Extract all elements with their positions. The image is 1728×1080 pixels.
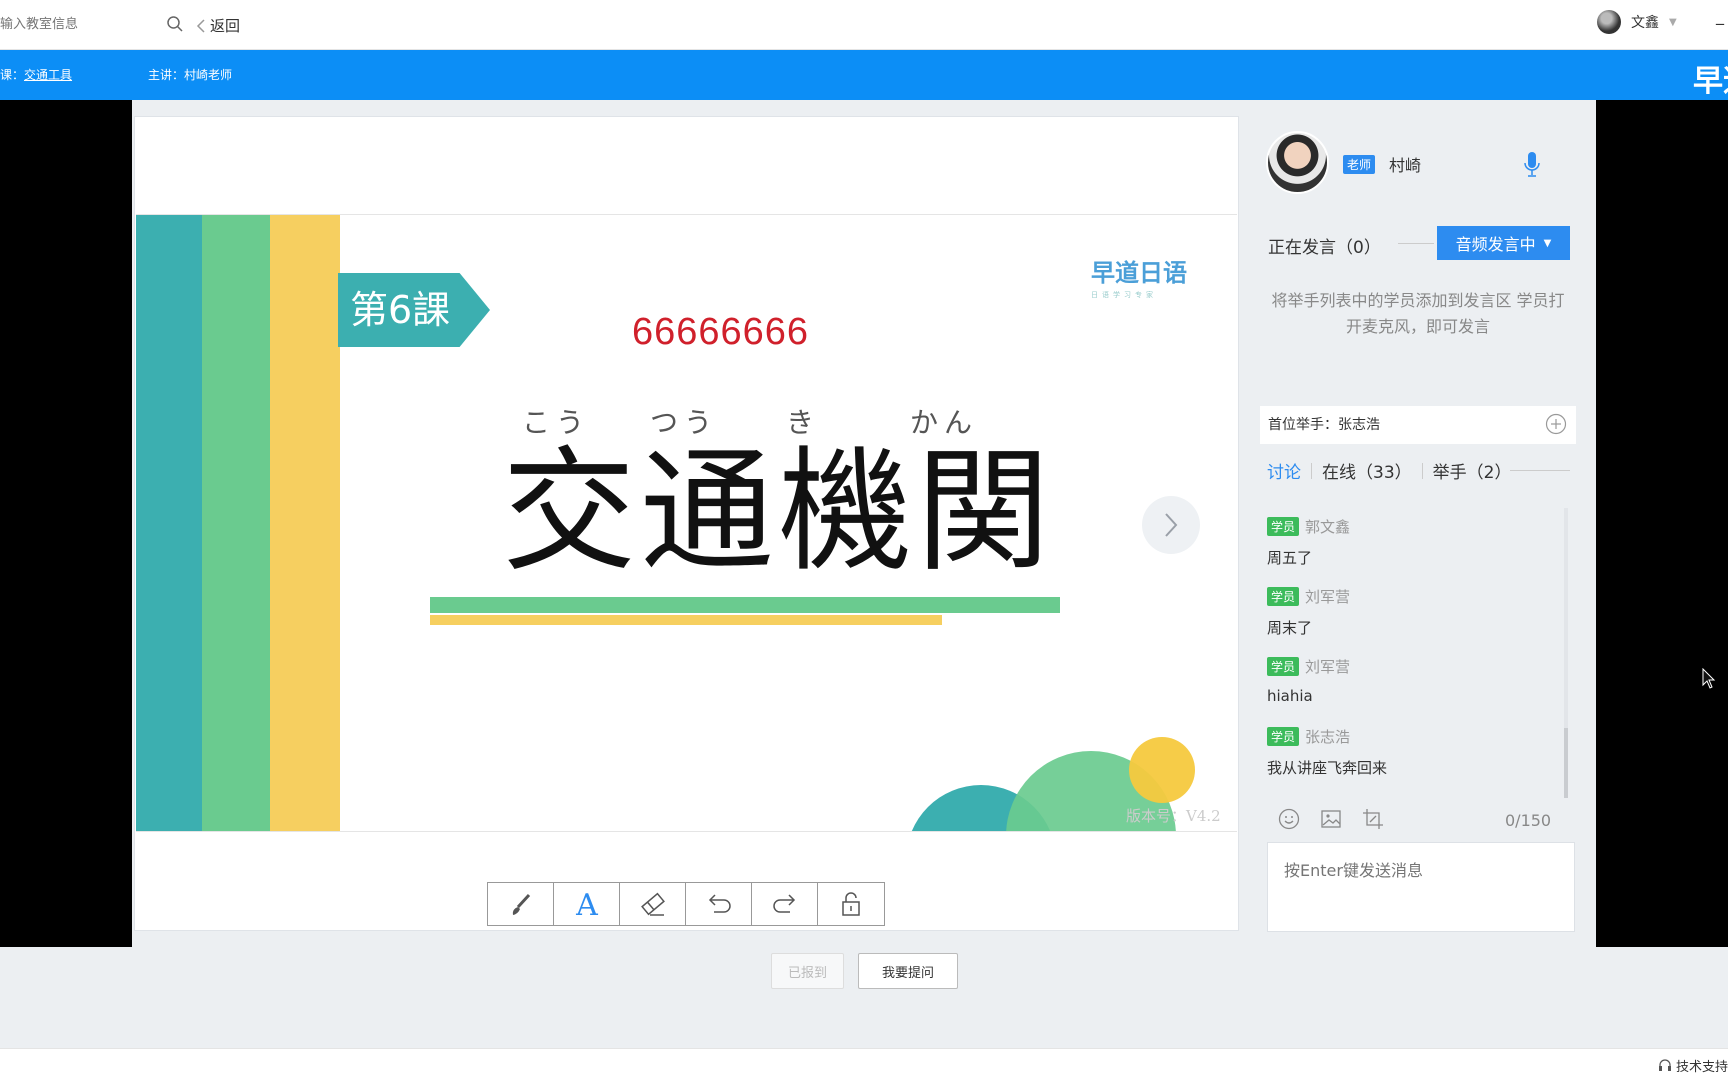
lock-tool[interactable] (818, 883, 884, 925)
divider (1398, 243, 1434, 244)
student-name: 郭文鑫 (1305, 518, 1351, 536)
student-name: 刘军营 (1305, 588, 1351, 606)
first-raised-hand: 首位举手：张志浩 (1260, 406, 1576, 444)
user-menu[interactable]: 文鑫 ▼ (1597, 10, 1677, 34)
chat-scrollbar-thumb[interactable] (1564, 728, 1568, 798)
next-slide-button[interactable] (1142, 496, 1200, 554)
chat-list: 学员 郭文鑫 周五了 学员 刘军营 周末了 学员 刘军营 hiahia 学员 张志浩 我… (1267, 516, 1557, 796)
brush-icon (512, 893, 530, 915)
message-text: 周五了 (1267, 549, 1313, 567)
drawing-toolbar: A (487, 882, 885, 926)
search-input[interactable] (0, 12, 155, 36)
tab-divider (1421, 462, 1423, 479)
checked-in-button: 已报到 (771, 953, 844, 989)
username: 文鑫 (1631, 15, 1659, 31)
slide-title: 交通機関 (502, 434, 1055, 590)
chat-message: 学员 刘军营 周末了 (1267, 586, 1557, 656)
teacher-label: 主讲：村崎老师 (148, 68, 233, 82)
speaking-count-label: 正在发言（0） (1268, 238, 1381, 258)
message-text: 周末了 (1267, 619, 1313, 637)
char-counter: 0/150 (1505, 811, 1552, 830)
eraser-icon (640, 892, 665, 916)
redo-tool[interactable] (752, 883, 818, 925)
teacher-name: 村崎 (1389, 156, 1422, 175)
student-badge: 学员 (1267, 727, 1300, 746)
first-hand-label: 首位举手： (1268, 417, 1338, 433)
headset-icon (1659, 1058, 1671, 1071)
stripe-green (202, 215, 270, 831)
chevron-left-icon (196, 18, 205, 33)
top-bar: 返回 文鑫 ▼ _ (0, 0, 1728, 50)
back-label: 返回 (210, 17, 241, 35)
tab-raised-hands[interactable]: 举手（2） (1433, 458, 1522, 483)
course-header: 课：交通工具 主讲：村崎老师 早道 (0, 50, 1728, 100)
student-badge: 学员 (1267, 517, 1300, 536)
brand-logo: 早道 (1693, 64, 1728, 99)
message-text: 我从讲座飞奔回来 (1267, 759, 1388, 777)
sidebar-tabs: 讨论 在线（33） 举手（2） (1267, 458, 1521, 483)
svg-text:A: A (575, 889, 598, 919)
brush-tool[interactable] (488, 883, 554, 925)
audio-button-label: 音频发言中 (1455, 235, 1536, 254)
slide-logo-subtitle: 日语学习专家 (1091, 291, 1157, 299)
chat-tools (1278, 808, 1384, 830)
minimize-button[interactable]: _ (1716, 6, 1724, 25)
stripe-teal (136, 215, 202, 831)
first-hand-name: 张志浩 (1338, 417, 1380, 433)
tech-support-link[interactable]: 技术支持 (1658, 1056, 1728, 1075)
status-bar (0, 1048, 1728, 1080)
redo-icon (772, 894, 795, 913)
tab-divider (1311, 462, 1312, 479)
speaking-hint: 将举手列表中的学员添加到发言区 学员打开麦克风，即可发言 (1271, 291, 1565, 336)
microphone-icon[interactable] (1522, 150, 1542, 180)
chevron-right-icon (1165, 513, 1178, 537)
slide-logo-text: 早道日语 (1091, 259, 1187, 287)
search-icon[interactable] (166, 15, 184, 33)
version-label: 版本号：V4.2 (1126, 807, 1221, 825)
underline-green (430, 597, 1060, 613)
stripe-yellow (270, 215, 340, 831)
mouse-cursor-icon (1702, 668, 1716, 689)
tech-support-label: 技术支持 (1676, 1060, 1728, 1075)
tab-online[interactable]: 在线（33） (1322, 458, 1422, 483)
course-name[interactable]: 交通工具 (24, 68, 72, 82)
slide-logo: 早道日语 日语学习专家 (1091, 253, 1187, 300)
message-text: hiahia (1267, 687, 1313, 705)
lesson-tag: 第6課 (338, 273, 490, 347)
student-badge: 学员 (1267, 587, 1300, 606)
lock-icon (842, 892, 860, 916)
course-prefix: 课： (0, 68, 25, 82)
student-name: 刘军营 (1305, 658, 1351, 676)
annotation-text: 66666666 (632, 311, 810, 353)
eraser-tool[interactable] (620, 883, 686, 925)
screenshot-icon[interactable] (1362, 808, 1384, 830)
image-icon[interactable] (1320, 808, 1342, 830)
slide: 第6課 早道日语 日语学习专家 66666666 こう つう き かん 交通機関… (136, 214, 1237, 832)
avatar (1597, 10, 1621, 34)
tab-discussion[interactable]: 讨论 (1267, 458, 1311, 483)
student-name: 张志浩 (1305, 728, 1351, 746)
chat-message: 学员 刘军营 hiahia (1267, 656, 1557, 726)
course-title: 课：交通工具 (0, 66, 72, 83)
message-input[interactable] (1267, 842, 1575, 932)
teacher-role-badge: 老师 (1343, 155, 1376, 174)
add-speaker-icon[interactable] (1545, 413, 1567, 435)
emoji-icon[interactable] (1278, 808, 1300, 830)
text-tool[interactable]: A (554, 883, 620, 925)
chat-message: 学员 张志浩 我从讲座飞奔回来 (1267, 726, 1557, 796)
caret-down-icon: ▼ (1543, 237, 1552, 249)
audio-speaking-button[interactable]: 音频发言中 ▼ (1437, 226, 1570, 260)
undo-icon (708, 894, 731, 913)
tabs-divider (1510, 470, 1570, 471)
undo-tool[interactable] (686, 883, 752, 925)
back-button[interactable]: 返回 (196, 15, 240, 36)
ask-question-button[interactable]: 我要提问 (858, 953, 958, 989)
chevron-down-icon: ▼ (1669, 16, 1677, 28)
decor-circle-yellow (1129, 737, 1195, 803)
underline-yellow (430, 615, 942, 625)
teacher-avatar (1266, 131, 1329, 194)
student-badge: 学员 (1267, 657, 1300, 676)
chat-message: 学员 郭文鑫 周五了 (1267, 516, 1557, 586)
text-icon: A (575, 889, 598, 919)
